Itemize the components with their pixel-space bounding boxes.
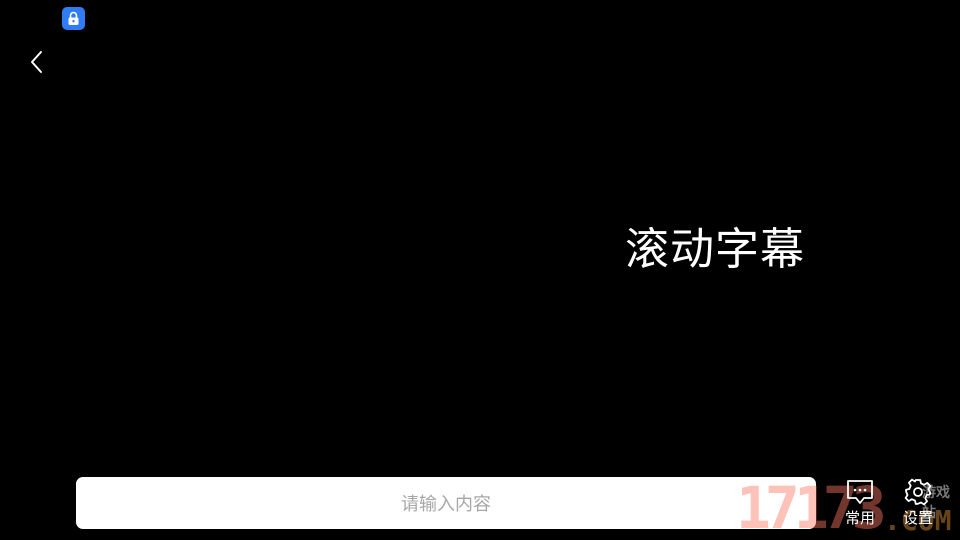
marquee-text: 滚动字幕 [625, 224, 805, 275]
status-lock-icon [62, 7, 85, 30]
settings-label: 设置 [902, 509, 933, 527]
message-icon [844, 476, 876, 508]
settings-button[interactable]: 设置 [896, 476, 940, 534]
gear-icon [902, 476, 934, 508]
back-button[interactable] [22, 46, 52, 78]
common-phrases-button[interactable]: 常用 [838, 476, 882, 534]
lock-icon [68, 11, 79, 25]
chevron-left-icon [31, 51, 42, 73]
marquee-screen: 滚动字幕 请输入内容 17173 .COM 游戏站 常用 设置 [0, 0, 960, 540]
text-input[interactable]: 请输入内容 [76, 477, 816, 529]
input-placeholder: 请输入内容 [401, 494, 491, 515]
common-phrases-label: 常用 [844, 509, 875, 527]
